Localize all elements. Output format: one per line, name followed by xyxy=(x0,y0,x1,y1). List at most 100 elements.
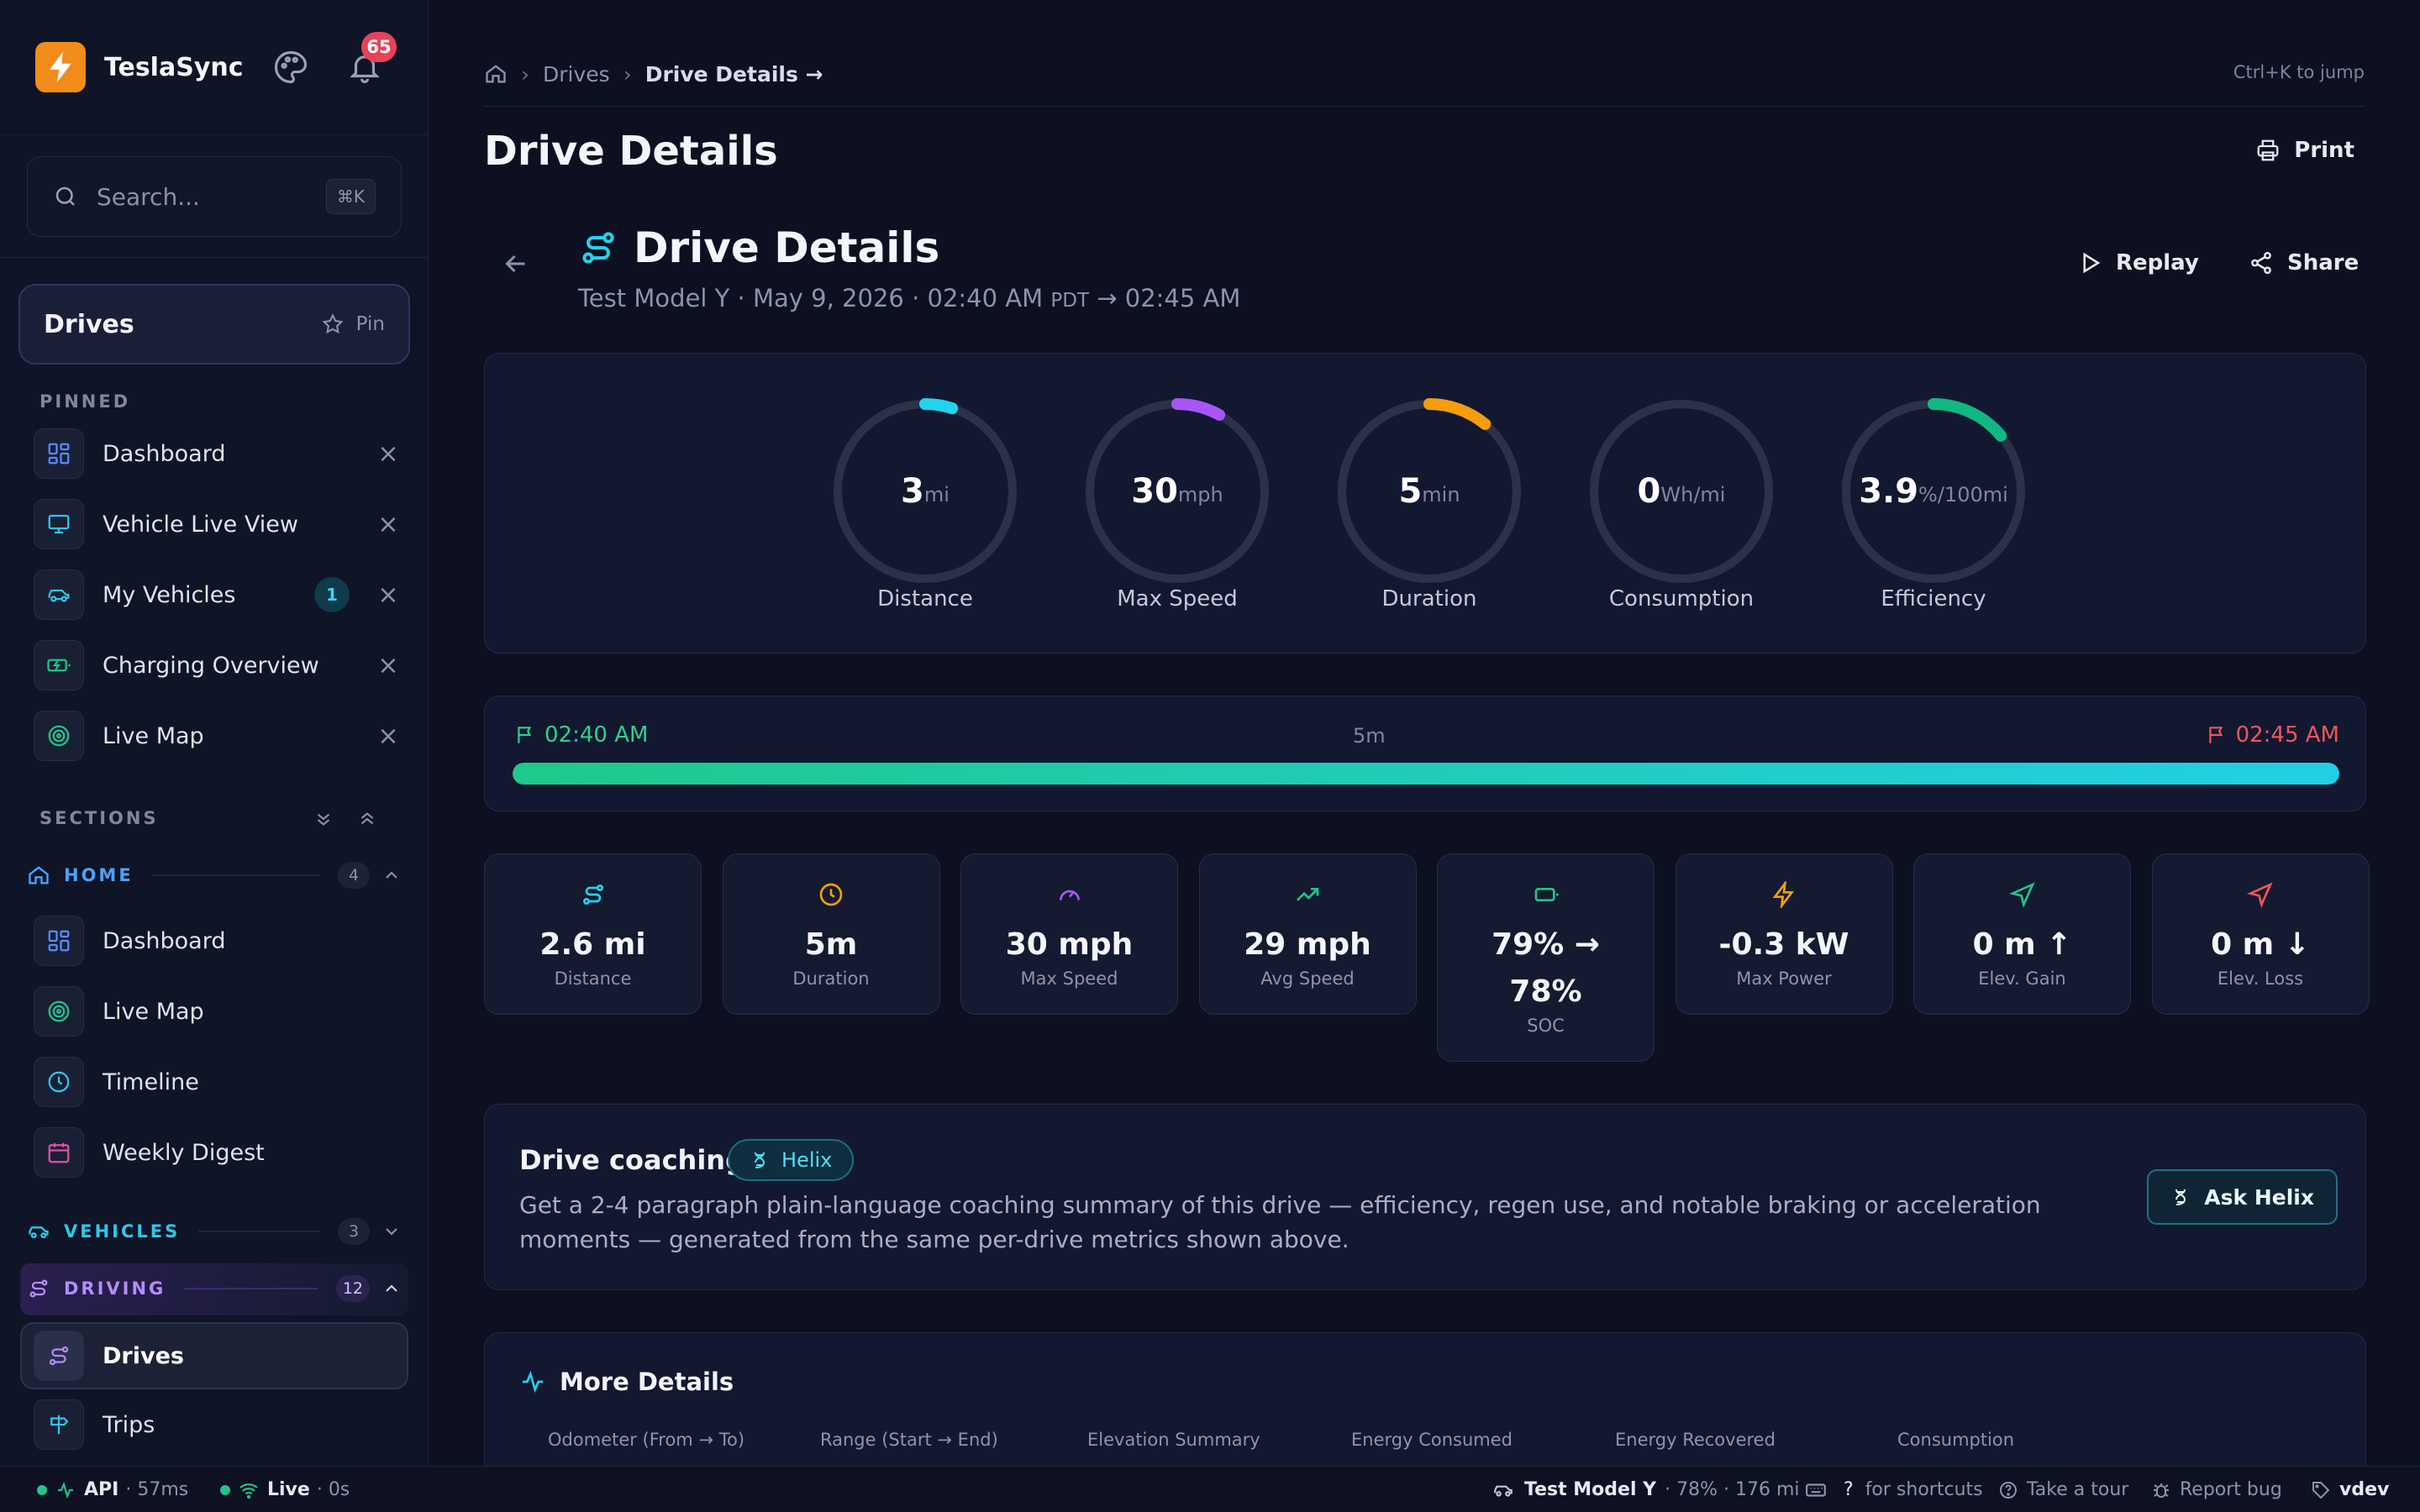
stat-label: Elev. Gain xyxy=(1978,969,2066,989)
shortcuts-hint[interactable]: ? for shortcuts xyxy=(1805,1467,1983,1512)
details-column-head: Odometer (From → To) xyxy=(548,1430,745,1450)
unpin-close-icon[interactable]: × xyxy=(373,510,403,539)
home-icon xyxy=(29,866,49,885)
pin-button[interactable]: Pin xyxy=(321,312,385,336)
palette-icon[interactable] xyxy=(271,47,311,87)
gauge-distance: 3 mi Distance xyxy=(829,395,1022,612)
nav-label: Vehicle Live View xyxy=(103,511,298,538)
group-count: 3 xyxy=(338,1218,370,1245)
stat-label: Avg Speed xyxy=(1260,969,1355,989)
breadcrumb-drives[interactable]: Drives xyxy=(543,62,610,87)
sidebar-item-weekly-digest[interactable]: Weekly Digest xyxy=(34,1126,403,1179)
share-button[interactable]: Share xyxy=(2249,250,2359,276)
sidebar-item-dashboard[interactable]: Dashboard xyxy=(34,914,403,968)
pinned-item-my-vehicles[interactable]: My Vehicles 1 × xyxy=(34,568,403,622)
wifi-icon xyxy=(239,1483,258,1499)
notification-badge: 65 xyxy=(361,32,397,62)
breadcrumb-current: Drive Details → xyxy=(644,61,823,87)
stat-card-avg-speed: 29 mph Avg Speed xyxy=(1198,853,1417,1015)
live-status[interactable]: Live · 0s xyxy=(220,1467,350,1512)
print-button[interactable]: Print xyxy=(2255,138,2354,163)
pinned-item-live-map[interactable]: Live Map × xyxy=(34,709,403,763)
timeline-bar[interactable] xyxy=(513,763,2339,785)
pinned-item-charging-overview[interactable]: Charging Overview × xyxy=(34,638,403,692)
stat-value: -0.3 kW xyxy=(1718,927,1849,962)
nav-label: Dashboard xyxy=(103,927,226,954)
stat-card-max-power: -0.3 kW Max Power xyxy=(1675,853,1893,1015)
report-bug-button[interactable]: Report bug xyxy=(2151,1467,2282,1512)
gauge-label: Consumption xyxy=(1608,586,1754,612)
navigation-down-icon xyxy=(2247,882,2273,908)
version-tag: vdev xyxy=(2311,1467,2389,1512)
stat-value: 79% → 78% xyxy=(1491,927,1600,1009)
home-icon[interactable] xyxy=(484,62,508,86)
sidebar-item-timeline[interactable]: Timeline xyxy=(34,1055,403,1109)
keyboard-icon xyxy=(1806,1483,1826,1497)
printer-icon xyxy=(2257,139,2279,161)
unpin-close-icon[interactable]: × xyxy=(373,580,403,610)
navigation-up-icon xyxy=(2008,882,2035,908)
search-input[interactable]: Search... ⌘K xyxy=(27,156,402,237)
gauge-value: 3 xyxy=(901,472,924,511)
trending-up-icon xyxy=(1297,888,1319,901)
route-icon xyxy=(34,1331,84,1381)
stat-label: Duration xyxy=(792,969,870,989)
vehicle-status[interactable]: Test Model Y · 78% · 176 mi xyxy=(1492,1467,1800,1512)
chevron-right-icon: › xyxy=(623,61,632,87)
brand[interactable]: TeslaSync xyxy=(35,42,244,92)
drive-title: Drive Details xyxy=(634,223,940,272)
more-details-title: More Details xyxy=(519,1368,734,1396)
stat-label: Max Speed xyxy=(1020,969,1118,989)
sidebar-item-drives[interactable]: Drives xyxy=(34,1329,403,1383)
unpin-close-icon[interactable]: × xyxy=(373,722,403,751)
chevron-right-icon: › xyxy=(521,61,529,87)
status-bar: API · 57ms Live · 0s Test Model Y · 78% … xyxy=(0,1466,2420,1512)
gauge-value: 30 xyxy=(1131,472,1178,511)
brand-name: TeslaSync xyxy=(104,52,244,82)
ask-helix-button[interactable]: Ask Helix xyxy=(2147,1169,2338,1225)
monitor-icon xyxy=(34,499,84,549)
route-icon xyxy=(29,1279,48,1298)
group-vehicles[interactable]: VEHICLES 3 xyxy=(27,1208,402,1255)
timeline-end: 02:45 AM xyxy=(2206,722,2339,748)
expand-all-icon[interactable] xyxy=(356,808,378,830)
current-page-card: Drives Pin xyxy=(18,284,410,365)
back-arrow-icon[interactable] xyxy=(501,249,531,282)
bolt-icon xyxy=(1772,881,1794,908)
gauge-unit: Wh/mi xyxy=(1660,483,1726,507)
unpin-close-icon[interactable]: × xyxy=(373,651,403,680)
group-home[interactable]: HOME 4 xyxy=(27,852,402,899)
radar-icon xyxy=(34,711,84,761)
collapse-all-icon[interactable] xyxy=(313,808,334,830)
stat-value: 0 m ↓ xyxy=(2211,927,2310,962)
api-status[interactable]: API · 57ms xyxy=(37,1467,188,1512)
bolt-logo-icon xyxy=(35,42,86,92)
gauge-label: Distance xyxy=(877,586,973,612)
route-icon xyxy=(582,232,614,264)
share-label: Share xyxy=(2287,250,2360,276)
nav-label: Charging Overview xyxy=(103,652,319,679)
pinned-item-vehicle-live-view[interactable]: Vehicle Live View × xyxy=(34,497,403,551)
details-column-head: Energy Consumed xyxy=(1351,1430,1512,1450)
stat-card-max-speed: 30 mph Max Speed xyxy=(960,853,1178,1015)
gauge-efficiency: 3.9 %/100mi Efficiency xyxy=(1837,395,2030,612)
take-tour-button[interactable]: Take a tour xyxy=(1998,1467,2128,1512)
share-icon xyxy=(2251,251,2271,275)
sidebar-item-live-map[interactable]: Live Map xyxy=(34,984,403,1038)
activity-icon xyxy=(58,1481,73,1499)
pin-label: Pin xyxy=(355,313,385,335)
sidebar: TeslaSync 65 Search... ⌘K Drives Pin PIN… xyxy=(0,0,429,1466)
group-driving[interactable]: DRIVING 12 xyxy=(27,1265,402,1312)
replay-button[interactable]: Replay xyxy=(2077,250,2199,276)
pinned-item-dashboard[interactable]: Dashboard × xyxy=(34,427,403,480)
dna-icon xyxy=(755,1152,765,1168)
unpin-close-icon[interactable]: × xyxy=(373,439,403,469)
bell-icon[interactable]: 65 xyxy=(345,32,397,87)
radar-icon xyxy=(34,986,84,1037)
divider xyxy=(484,106,2365,107)
sidebar-item-trips[interactable]: Trips xyxy=(34,1398,403,1452)
star-icon xyxy=(322,313,344,334)
dashboard-icon xyxy=(34,916,84,966)
stat-card-elev-gain: 0 m ↑ Elev. Gain xyxy=(1913,853,2131,1015)
nav-label: Weekly Digest xyxy=(103,1139,265,1166)
